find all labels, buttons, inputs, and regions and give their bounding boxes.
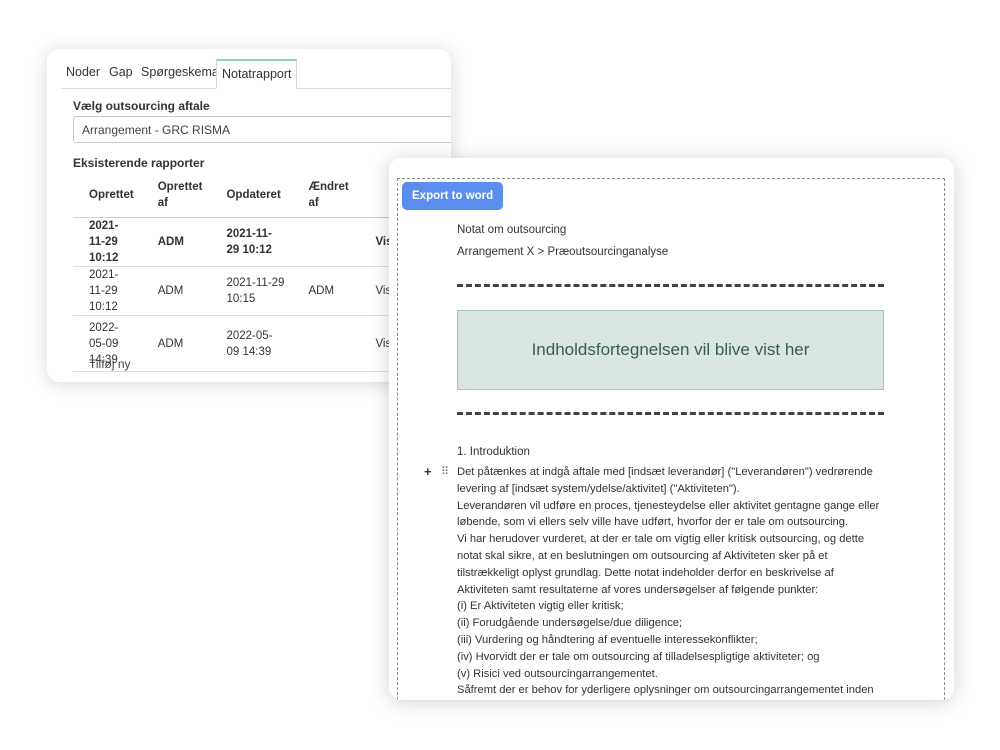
tab-memo-report[interactable]: Notatrapport [216,59,298,89]
list-item: (ii) Forudgående undersøgelse/due dilige… [457,617,683,630]
outsourcing-select[interactable]: Arrangement - GRC RISMA [73,116,451,143]
column-header-changed-by: Ændret af [292,173,360,218]
reports-table: Oprettet Oprettet af Opdateret Ændret af… [73,173,414,372]
tab-questionnaire[interactable]: Spørgeskema [136,59,224,88]
column-header-created-by: Oprettet af [141,173,211,218]
list-item: (iii) Vurdering og håndtering af eventue… [457,633,758,646]
section-heading: 1. Introduktion [457,446,530,458]
list-item: (iv) Hvorvidt der er tale om outsourcing… [457,650,820,663]
export-to-word-button[interactable]: Export to word [402,182,504,210]
list-item: (v) Risici ved outsourcingarrangementet. [457,667,658,680]
cell-created-by: ADM [141,266,211,316]
cell-changed-by: ADM [292,266,360,316]
drag-handle-icon[interactable]: ⠿ [441,466,449,478]
cell-created: 2021-11-29 10:12 [73,266,142,316]
divider [457,284,884,287]
document-title: Notat om outsourcing [457,224,567,236]
cell-updated: 2021-11-29 10:12 [210,217,293,267]
existing-reports-label: Eksisterende rapporter [73,156,205,170]
tab-gap[interactable]: Gap [104,59,138,88]
cell-updated: 2022-05-09 14:39 [210,315,293,372]
outsourcing-label: Vælg outsourcing aftale [73,99,210,113]
column-header-created: Oprettet [73,173,142,218]
table-of-contents-placeholder: Indholdsfortegnelsen vil blive vist her [457,310,884,390]
paragraph: Vi har herudover vurderet, at der er tal… [457,533,865,596]
paragraph: Det påtænkes at indgå aftale med [indsæt… [457,466,873,495]
cell-updated: 2021-11-29 10:15 [210,266,293,316]
table-header-row: Oprettet Oprettet af Opdateret Ændret af [73,173,414,218]
divider [457,412,884,415]
tab-noder[interactable]: Noder [61,59,105,88]
table-row: 2021-11-29 10:12 ADM 2021-11-29 10:12 Vi… [73,217,414,267]
tab-bar: Noder Gap Spørgeskema Notatrapport [61,59,451,89]
paragraph: Leverandøren vil udføre en proces, tjene… [457,499,880,529]
paragraph: Såfremt der er behov for yderligere oply… [457,684,874,697]
document-body[interactable]: Det påtænkes at indgå aftale med [indsæt… [457,464,887,699]
document-breadcrumb: Arrangement X > Præoutsourcinganalyse [457,246,669,258]
cell-changed-by [292,315,360,372]
column-header-updated: Opdateret [210,173,293,218]
cell-created-by: ADM [141,217,211,267]
plus-icon[interactable]: + [424,464,432,480]
add-new-report-link[interactable]: Tilføj ny [89,357,131,371]
cell-changed-by [292,217,360,267]
list-item: (i) Er Aktiviteten vigtig eller kritisk; [457,600,624,613]
cell-created-by: ADM [141,315,211,372]
memo-editor-panel: Export to word Notat om outsourcing Arra… [389,158,954,700]
cell-created: 2021-11-29 10:12 [73,217,142,267]
table-row: 2021-11-29 10:12 ADM 2021-11-29 10:15 AD… [73,266,414,316]
